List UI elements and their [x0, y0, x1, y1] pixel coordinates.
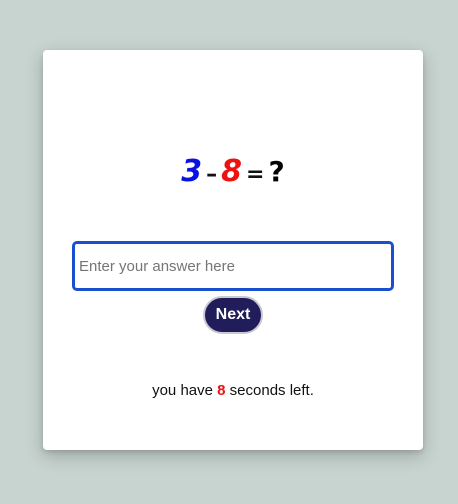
math-question: 3–8 =? — [43, 152, 423, 195]
operand-b: 8 — [221, 154, 243, 189]
unknown-mark: ? — [268, 155, 285, 188]
quiz-card: 3–8=? Next you have 8 seconds left. — [43, 50, 423, 450]
timer-suffix: seconds left. — [229, 382, 314, 399]
operand-a: 3 — [181, 154, 203, 189]
timer-prefix: you have — [152, 382, 213, 399]
operator: – — [206, 162, 218, 187]
timer-text: you have 8 seconds left. — [43, 381, 423, 401]
next-button[interactable]: Next — [203, 296, 263, 334]
answer-input[interactable] — [72, 241, 394, 291]
equals-sign: = — [246, 162, 265, 187]
seconds-remaining: 8 — [217, 382, 226, 399]
